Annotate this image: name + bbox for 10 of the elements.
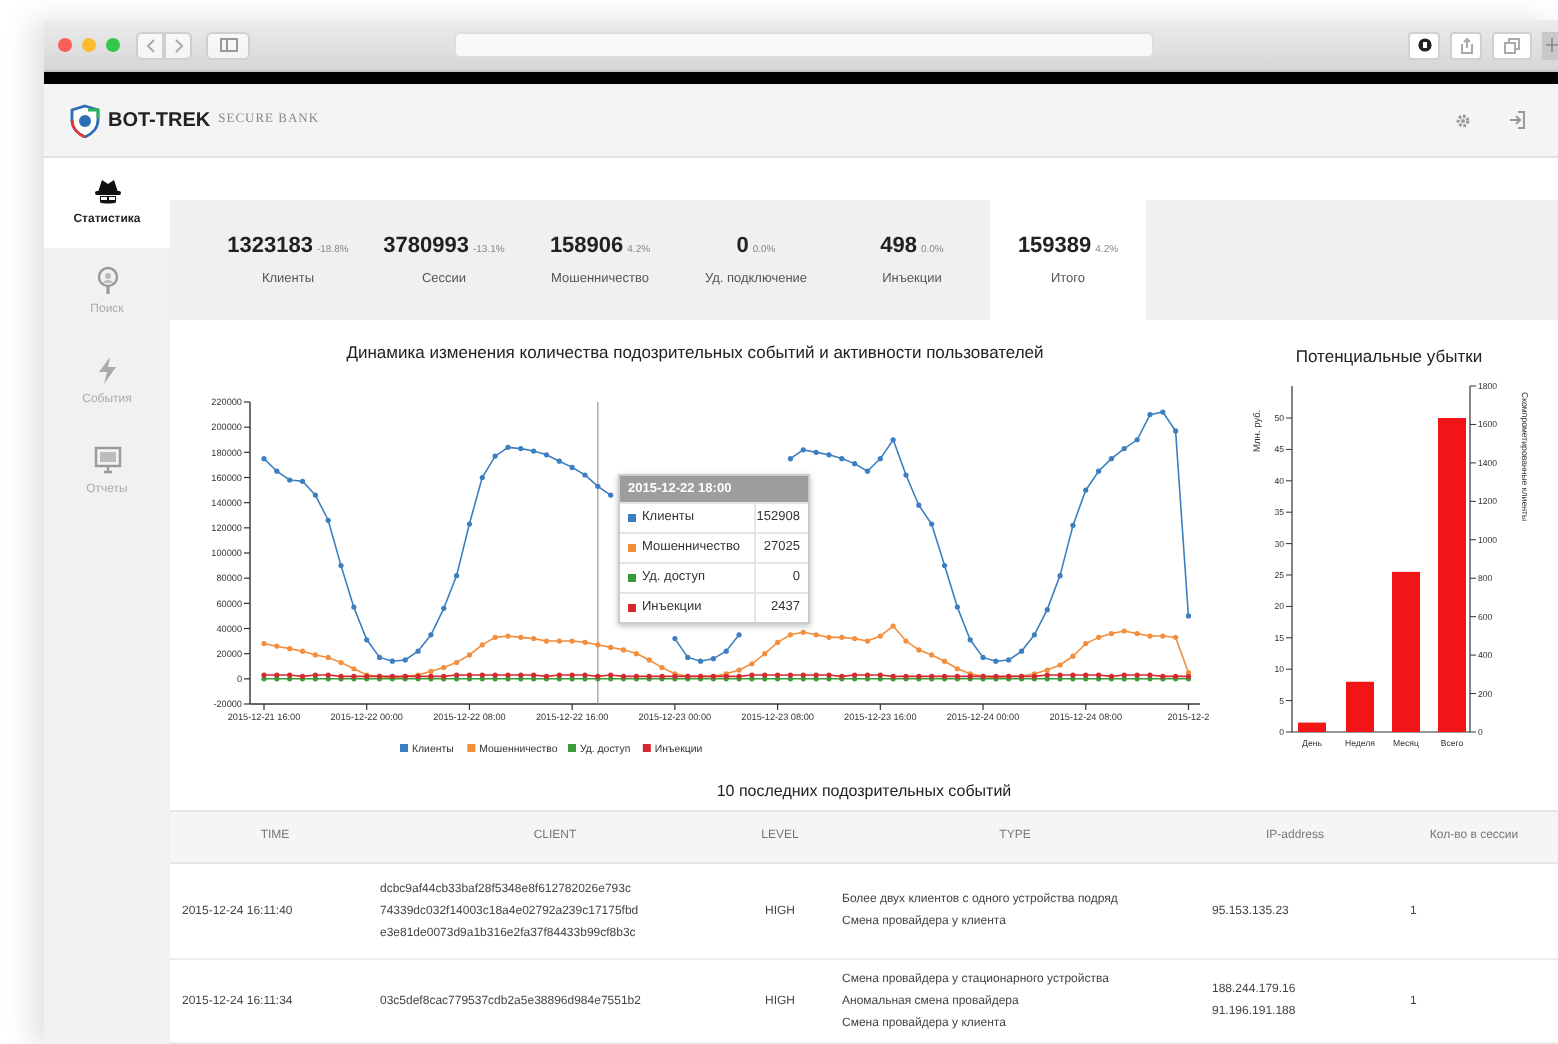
stat-value: 159389 bbox=[1017, 232, 1092, 263]
brand-name: BOT-TREK bbox=[108, 107, 211, 135]
chart-title: Потенциальные убытки bbox=[1295, 348, 1483, 370]
stat-value: 3780993 bbox=[383, 232, 469, 263]
table-title: 10 последних подозрительных событий bbox=[716, 784, 1012, 800]
stat-value: 158906 bbox=[549, 232, 624, 263]
chart-title: Динамика изменения количества подозрительных событий и активности пользователей bbox=[346, 344, 1044, 364]
stat-value: 498 bbox=[880, 232, 917, 263]
stat-value: 1323183 bbox=[227, 232, 313, 263]
stat-value: 0 bbox=[736, 232, 749, 263]
